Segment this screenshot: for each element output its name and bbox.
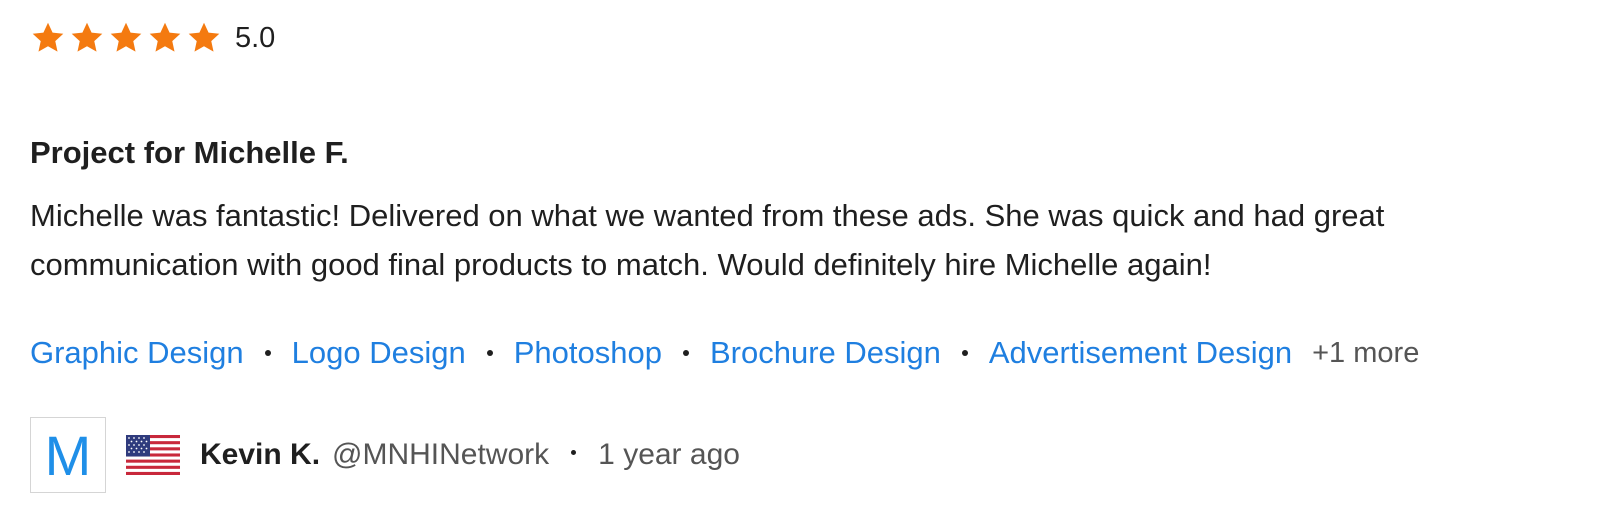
separator-dot [961,350,968,356]
author-handle[interactable]: @MNHINetwork [332,438,549,472]
skill-link-advertisement-design[interactable]: Advertisement Design [989,332,1292,374]
separator-dot [682,350,689,356]
avatar[interactable]: M [30,417,106,493]
skill-link-brochure-design[interactable]: Brochure Design [710,332,941,374]
star-rating [30,20,225,56]
separator-dot [571,449,577,455]
review-timestamp: 1 year ago [598,438,740,471]
separator-dot [264,350,271,356]
skill-tags: Graphic Design Logo Design Photoshop Bro… [30,332,1419,374]
us-flag-icon [126,435,180,475]
author-name[interactable]: Kevin K. [200,438,320,472]
review-body-line: communication with good final products t… [30,247,1212,282]
star-icon [30,20,66,56]
review-title: Project for Michelle F. [30,135,349,170]
review-author: M Kevin K. @MNHINetwork 1 year ago [30,416,740,494]
star-icon [147,20,183,56]
separator-dot [486,350,493,356]
star-icon [186,20,222,56]
skill-link-logo-design[interactable]: Logo Design [292,332,466,374]
star-icon [108,20,144,56]
review-body: Michelle was fantastic! Delivered on wha… [30,191,1550,289]
more-skills-button[interactable]: +1 more [1312,332,1419,374]
rating-row: 5.0 [30,18,275,58]
skill-link-photoshop[interactable]: Photoshop [514,332,662,374]
rating-value: 5.0 [235,22,276,54]
skill-link-graphic-design[interactable]: Graphic Design [30,332,244,374]
star-icon [69,20,105,56]
review-body-line: Michelle was fantastic! Delivered on wha… [30,198,1385,233]
